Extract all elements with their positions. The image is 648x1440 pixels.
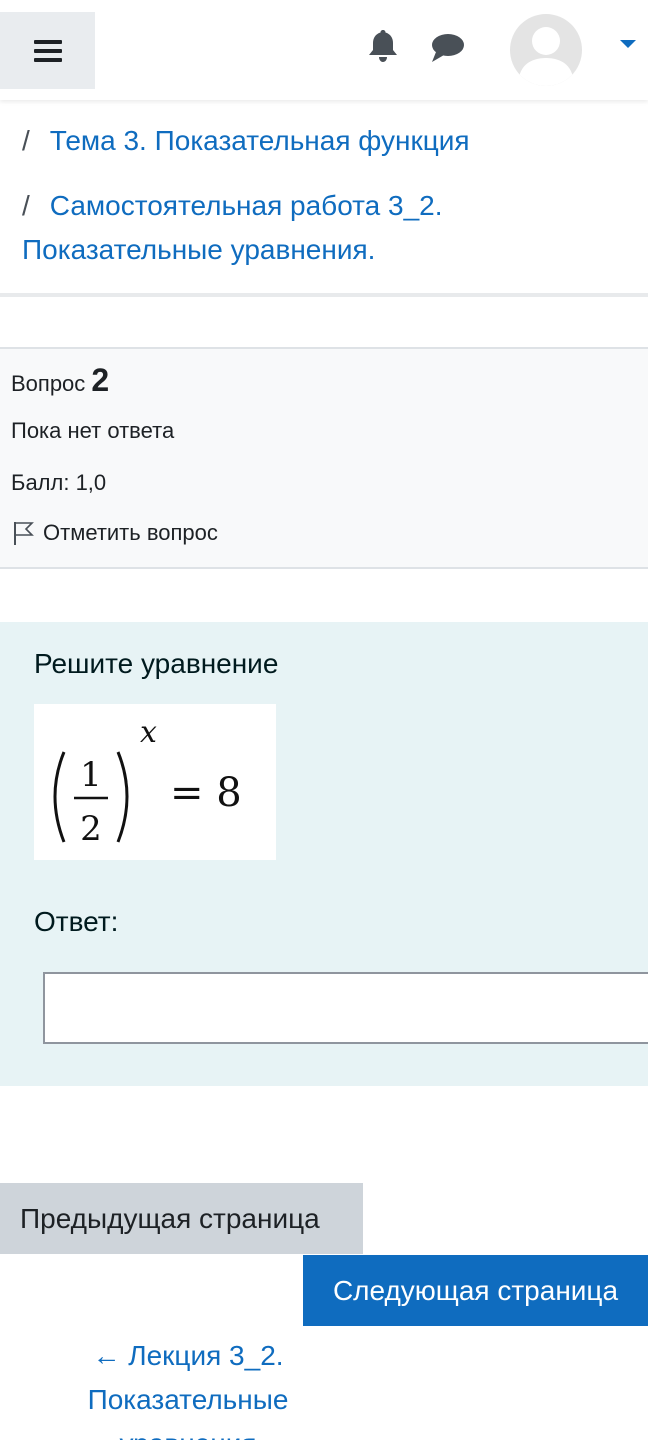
question-number-value: 2 bbox=[91, 362, 110, 398]
breadcrumb-separator: / bbox=[22, 125, 30, 156]
bell-icon[interactable] bbox=[366, 28, 400, 64]
back-activity-link[interactable]: ← Лекция 3_2. Показательные уравнения bbox=[40, 1334, 336, 1440]
question-state: Пока нет ответа bbox=[11, 418, 175, 443]
question-grade: Балл: 1,0 bbox=[11, 470, 107, 495]
answer-label: Ответ: bbox=[34, 906, 119, 937]
flag-question-label[interactable]: Отметить вопрос bbox=[43, 520, 218, 546]
answer-input[interactable] bbox=[43, 972, 648, 1044]
equation-denominator: 2 bbox=[80, 809, 102, 849]
hamburger-icon bbox=[33, 39, 62, 62]
breadcrumb-item-label[interactable]: Самостоятельная работа 3_2. Показательны… bbox=[22, 190, 443, 265]
breadcrumb-item-topic[interactable]: / Тема 3. Показательная функция bbox=[22, 119, 622, 163]
equation-rhs: = 8 bbox=[170, 770, 242, 816]
caret-down-icon[interactable] bbox=[620, 40, 636, 48]
chat-bubble-icon[interactable] bbox=[430, 32, 466, 64]
equation-image: 1 2 x = 8 bbox=[34, 704, 276, 860]
breadcrumb-item-quiz[interactable]: / Самостоятельная работа 3_2. Показательн… bbox=[22, 184, 622, 272]
question-text: Решите уравнение bbox=[34, 648, 279, 679]
equation-numerator: 1 bbox=[80, 755, 102, 795]
breadcrumb-separator: / bbox=[22, 190, 30, 221]
top-navbar bbox=[0, 0, 648, 100]
flag-question-link[interactable]: Отметить вопрос bbox=[11, 520, 218, 546]
user-avatar-icon[interactable] bbox=[510, 14, 582, 86]
question-label: Вопрос bbox=[11, 371, 86, 396]
flag-icon bbox=[14, 522, 34, 545]
breadcrumb-item-label[interactable]: Тема 3. Показательная функция bbox=[50, 125, 470, 156]
menu-button[interactable] bbox=[0, 12, 95, 89]
question-number: Вопрос 2 bbox=[11, 362, 109, 399]
equation-exponent: x bbox=[140, 715, 157, 750]
next-page-button[interactable]: Следующая страница bbox=[303, 1255, 648, 1326]
previous-page-button[interactable]: Предыдущая страница bbox=[0, 1183, 363, 1254]
